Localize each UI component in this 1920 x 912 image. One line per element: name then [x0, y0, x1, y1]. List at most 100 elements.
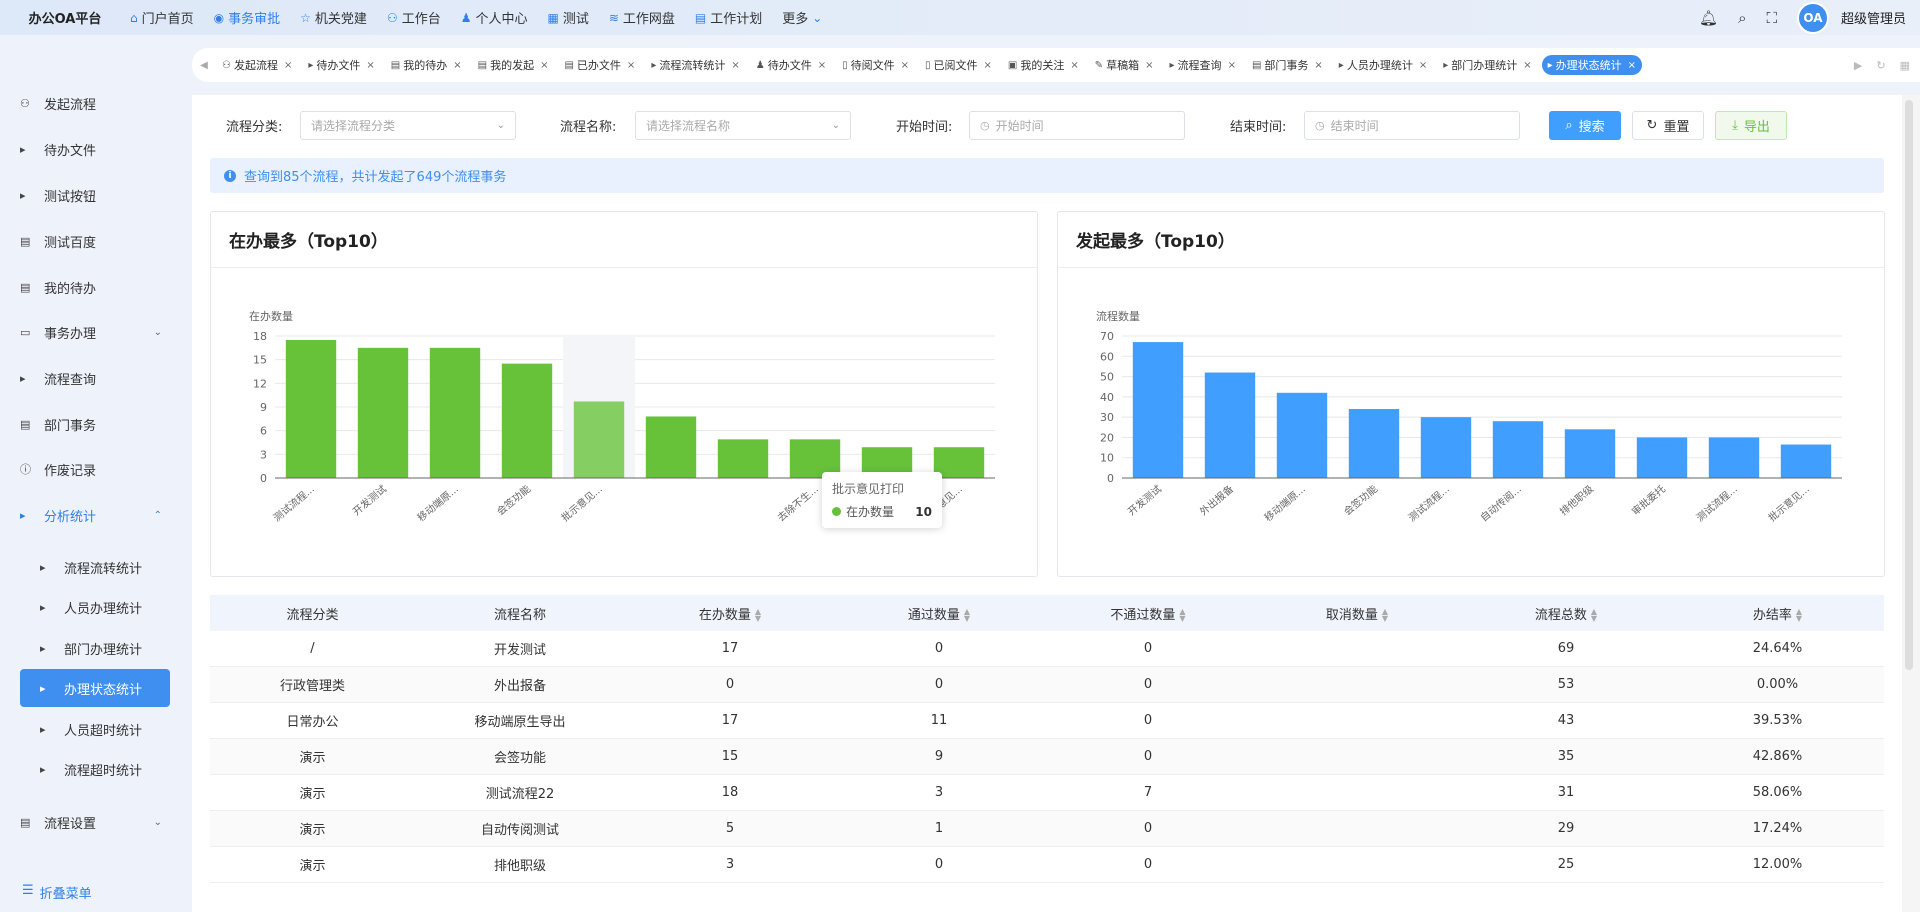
name-select[interactable]: 请选择流程名称 ⌄ — [635, 111, 851, 140]
bar[interactable] — [1204, 372, 1256, 478]
table-row[interactable]: / 开发测试 17 0 0 69 24.64% — [210, 631, 1884, 667]
sidebar-item-2[interactable]: ▸ 测试按钮 — [10, 176, 170, 214]
bar[interactable] — [1276, 392, 1328, 478]
sidebar-item-6[interactable]: ▸ 流程查询 — [10, 359, 170, 397]
bar[interactable] — [1132, 342, 1184, 478]
tab-prev-icon[interactable]: ◀ — [192, 60, 216, 71]
table-row[interactable]: 行政管理类 外出报备 0 0 0 53 0.00% — [210, 667, 1884, 703]
sort-icon[interactable]: ▲ ▼ — [1179, 608, 1185, 623]
sort-icon[interactable]: ▲ ▼ — [1591, 608, 1597, 623]
column-header[interactable]: 办结率 ▲ ▼ — [1671, 604, 1884, 623]
nav-item-7[interactable]: ▤ 工作计划 — [695, 8, 762, 28]
refresh-icon[interactable]: ↻ — [1876, 59, 1885, 72]
close-icon[interactable]: × — [1523, 60, 1531, 71]
bar[interactable] — [429, 347, 481, 478]
sidebar-item-0[interactable]: ⚇ 发起流程 — [10, 84, 170, 122]
sidebar-item-14[interactable]: ▸ 人员超时统计 — [20, 710, 170, 748]
bar[interactable] — [645, 416, 697, 478]
bar[interactable] — [1492, 421, 1544, 478]
table-row[interactable]: 日常办公 移动端原生导出 17 11 0 43 39.53% — [210, 703, 1884, 739]
sidebar-item-13[interactable]: ▸ 办理状态统计 — [20, 669, 170, 707]
nav-item-4[interactable]: ♟ 个人中心 — [461, 8, 528, 28]
bar[interactable] — [1636, 437, 1688, 478]
nav-item-8[interactable]: 更多 ⌄ — [782, 8, 822, 28]
end-time-input[interactable]: ◷ 结束时间 — [1304, 111, 1520, 140]
close-icon[interactable]: × — [540, 60, 548, 71]
sidebar-item-16[interactable]: ▤ 流程设置 ⌄ — [10, 803, 170, 841]
search-icon[interactable]: ⌕ — [1738, 9, 1746, 27]
nav-item-3[interactable]: ⚇ 工作台 — [387, 8, 441, 28]
sidebar-item-9[interactable]: ▸ 分析统计 ⌃ — [10, 496, 170, 534]
fullscreen-icon[interactable]: ⛶ — [1766, 9, 1777, 27]
close-icon[interactable]: × — [1628, 60, 1636, 71]
close-icon[interactable]: × — [366, 60, 374, 71]
close-icon[interactable]: × — [1314, 60, 1322, 71]
close-icon[interactable]: × — [818, 60, 826, 71]
column-header[interactable]: 流程名称 — [415, 604, 625, 623]
search-button[interactable]: ⌕ 搜索 — [1549, 111, 1621, 140]
close-icon[interactable]: × — [731, 60, 739, 71]
app-logo[interactable]: 办公OA平台 — [0, 8, 130, 27]
category-select[interactable]: 请选择流程分类 ⌄ — [300, 111, 516, 140]
table-row[interactable]: 演示 会签功能 15 9 0 35 42.86% — [210, 739, 1884, 775]
tab-4[interactable]: ▤ 已办文件 × — [558, 55, 641, 75]
bar[interactable] — [1780, 444, 1832, 478]
bar[interactable] — [1564, 429, 1616, 478]
tab-11[interactable]: ▸ 流程查询 × — [1164, 55, 1242, 75]
table-row[interactable]: 演示 排他职级 3 0 0 25 12.00% — [210, 847, 1884, 883]
close-icon[interactable]: × — [1070, 60, 1078, 71]
sidebar-item-3[interactable]: ▤ 测试百度 — [10, 222, 170, 260]
sidebar-item-11[interactable]: ▸ 人员办理统计 — [20, 588, 170, 626]
tab-next-icon[interactable]: ▶ — [1854, 59, 1862, 72]
user-name[interactable]: 超级管理员 — [1841, 8, 1906, 27]
tab-14[interactable]: ▸ 部门办理统计 × — [1437, 55, 1537, 75]
tab-7[interactable]: ▯ 待阅文件 × — [836, 55, 915, 75]
scrollbar-thumb[interactable] — [1905, 100, 1913, 670]
column-header[interactable]: 不通过数量 ▲ ▼ — [1043, 604, 1253, 623]
tab-1[interactable]: ▸ 待办文件 × — [302, 55, 380, 75]
sidebar-item-1[interactable]: ▸ 待办文件 — [10, 130, 170, 168]
bar[interactable] — [1348, 409, 1400, 478]
sidebar-item-12[interactable]: ▸ 部门办理统计 — [20, 629, 170, 667]
column-header[interactable]: 通过数量 ▲ ▼ — [835, 604, 1043, 623]
close-icon[interactable]: × — [1228, 60, 1236, 71]
column-header[interactable]: 流程分类 — [210, 604, 415, 623]
tab-2[interactable]: ▤ 我的待办 × — [385, 55, 468, 75]
tab-13[interactable]: ▸ 人员办理统计 × — [1333, 55, 1433, 75]
tab-grid-icon[interactable]: ▦ — [1900, 59, 1910, 72]
close-icon[interactable]: × — [901, 60, 909, 71]
sort-icon[interactable]: ▲ ▼ — [1382, 608, 1388, 623]
sidebar-item-15[interactable]: ▸ 流程超时统计 — [20, 750, 170, 788]
tab-15[interactable]: ▸ 办理状态统计 × — [1541, 55, 1643, 75]
bar[interactable] — [1420, 417, 1472, 478]
nav-item-5[interactable]: ▦ 测试 — [547, 8, 588, 28]
bar[interactable] — [357, 347, 409, 478]
bar[interactable] — [1708, 437, 1760, 478]
close-icon[interactable]: × — [1419, 60, 1427, 71]
close-icon[interactable]: × — [1145, 60, 1153, 71]
sidebar-item-5[interactable]: ▭ 事务办理 ⌄ — [10, 313, 170, 351]
sidebar-item-7[interactable]: ▤ 部门事务 — [10, 405, 170, 443]
close-icon[interactable]: × — [627, 60, 635, 71]
bell-icon[interactable]: 🔔︎ — [1699, 9, 1718, 27]
tab-6[interactable]: ♟ 待办文件 × — [750, 55, 832, 75]
reset-button[interactable]: ↻ 重置 — [1632, 111, 1704, 140]
nav-item-0[interactable]: ⌂ 门户首页 — [130, 8, 194, 28]
tab-9[interactable]: ▣ 我的关注 × — [1002, 55, 1085, 75]
close-icon[interactable]: × — [453, 60, 461, 71]
export-button[interactable]: ⤓ 导出 — [1715, 111, 1787, 140]
sort-icon[interactable]: ▲ ▼ — [964, 608, 970, 623]
table-row[interactable]: 演示 测试流程22 18 3 7 31 58.06% — [210, 775, 1884, 811]
column-header[interactable]: 在办数量 ▲ ▼ — [625, 604, 835, 623]
sidebar-item-4[interactable]: ▤ 我的待办 — [10, 268, 170, 306]
tab-3[interactable]: ▤ 我的发起 × — [472, 55, 555, 75]
tab-10[interactable]: ✎ 草稿箱 × — [1089, 55, 1160, 75]
nav-item-1[interactable]: ◉ 事务审批 — [214, 8, 281, 28]
column-header[interactable]: 流程总数 ▲ ▼ — [1461, 604, 1671, 623]
column-header[interactable]: 取消数量 ▲ ▼ — [1253, 604, 1461, 623]
sidebar-item-8[interactable]: ⓘ 作废记录 — [10, 450, 170, 488]
tab-8[interactable]: ▯ 已阅文件 × — [919, 55, 998, 75]
sort-icon[interactable]: ▲ ▼ — [755, 608, 761, 623]
tab-12[interactable]: ▤ 部门事务 × — [1246, 55, 1329, 75]
nav-item-6[interactable]: ≋ 工作网盘 — [609, 8, 675, 28]
